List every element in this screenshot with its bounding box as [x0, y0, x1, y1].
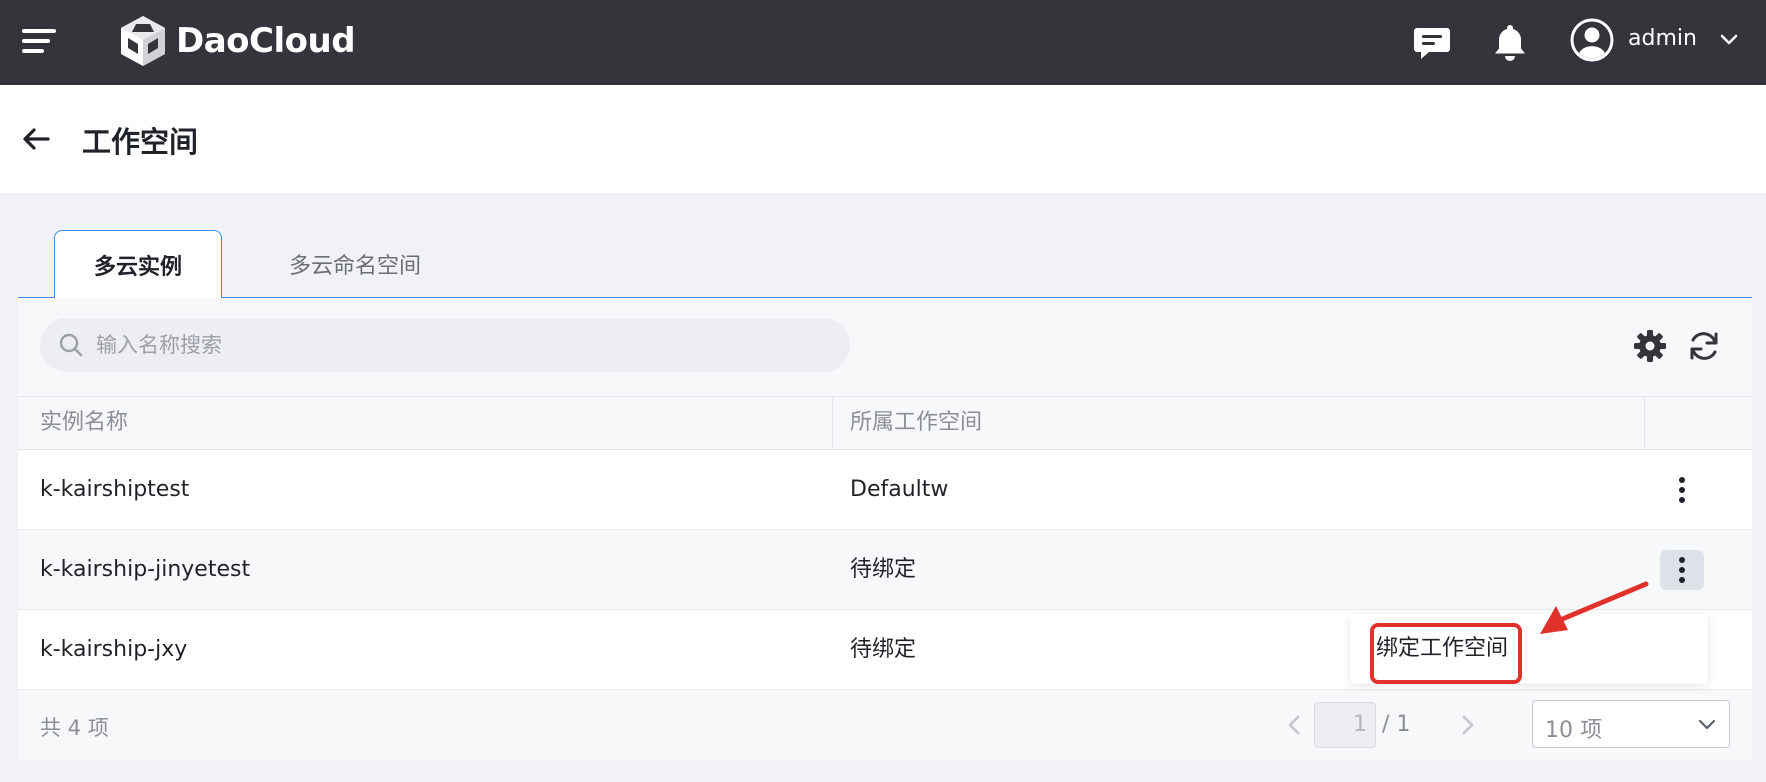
page-size-select[interactable]: 10 项 [1532, 700, 1730, 748]
annotation-arrow-icon [1540, 581, 1649, 634]
table-pagination: 共 4 项 1 / 1 10 项 [18, 690, 1752, 760]
current-page-input[interactable]: 1 [1314, 702, 1376, 748]
total-pages: / 1 [1382, 712, 1411, 737]
back-arrow-icon[interactable] [20, 123, 52, 155]
instance-name-cell: k-kairshiptest [40, 477, 190, 502]
highlight-box [1370, 623, 1522, 684]
workspace-cell: 待绑定 [850, 557, 917, 582]
next-page-icon[interactable] [1454, 710, 1482, 740]
instance-name-cell: k-kairship-jxy [40, 637, 188, 662]
previous-page-icon[interactable] [1280, 710, 1308, 740]
page-header: 工作空间 [0, 85, 1766, 193]
search-icon [59, 333, 83, 357]
bell-icon[interactable] [1488, 20, 1532, 64]
instance-name-cell: k-kairship-jinyetest [40, 557, 251, 582]
row-actions-more-icon[interactable] [1660, 550, 1704, 590]
total-count: 共 4 项 [40, 716, 109, 740]
chevron-down-icon[interactable] [1718, 28, 1740, 50]
table-row: k-kairshiptest Defaultw [18, 450, 1752, 530]
top-navigation-bar: DaoCloud admin [0, 0, 1766, 85]
column-divider [1644, 397, 1645, 449]
column-header-instance-name[interactable]: 实例名称 [40, 397, 128, 449]
table-toolbar [18, 298, 1752, 396]
column-header-workspace[interactable]: 所属工作空间 [850, 397, 982, 449]
user-avatar-icon[interactable] [1570, 18, 1614, 62]
menu-icon[interactable] [22, 26, 56, 56]
search-input[interactable] [96, 318, 826, 372]
brand-name: DaoCloud [176, 21, 356, 61]
tab-multicloud-namespaces[interactable]: 多云命名空间 [260, 230, 450, 298]
search-box[interactable] [40, 318, 850, 372]
daocloud-logo-icon [121, 16, 165, 66]
page-size-value: 10 项 [1545, 718, 1602, 743]
workspace-cell: Defaultw [850, 477, 949, 502]
instance-table-card: 实例名称 所属工作空间 k-kairshiptest Defaultw k-ka… [18, 298, 1752, 760]
row-actions-more-icon[interactable] [1660, 470, 1704, 510]
workspace-cell: 待绑定 [850, 637, 917, 662]
refresh-icon[interactable] [1686, 328, 1722, 364]
page-title: 工作空间 [82, 125, 199, 159]
table-header: 实例名称 所属工作空间 [18, 396, 1752, 450]
settings-gear-icon[interactable] [1632, 328, 1668, 364]
tab-multicloud-instances[interactable]: 多云实例 [54, 230, 222, 298]
message-icon[interactable] [1410, 20, 1454, 64]
table-row: k-kairship-jinyetest 待绑定 [18, 530, 1752, 610]
column-divider [832, 397, 833, 449]
chevron-down-icon [1698, 719, 1716, 730]
user-name[interactable]: admin [1628, 26, 1697, 51]
brand-logo[interactable]: DaoCloud [118, 14, 356, 68]
